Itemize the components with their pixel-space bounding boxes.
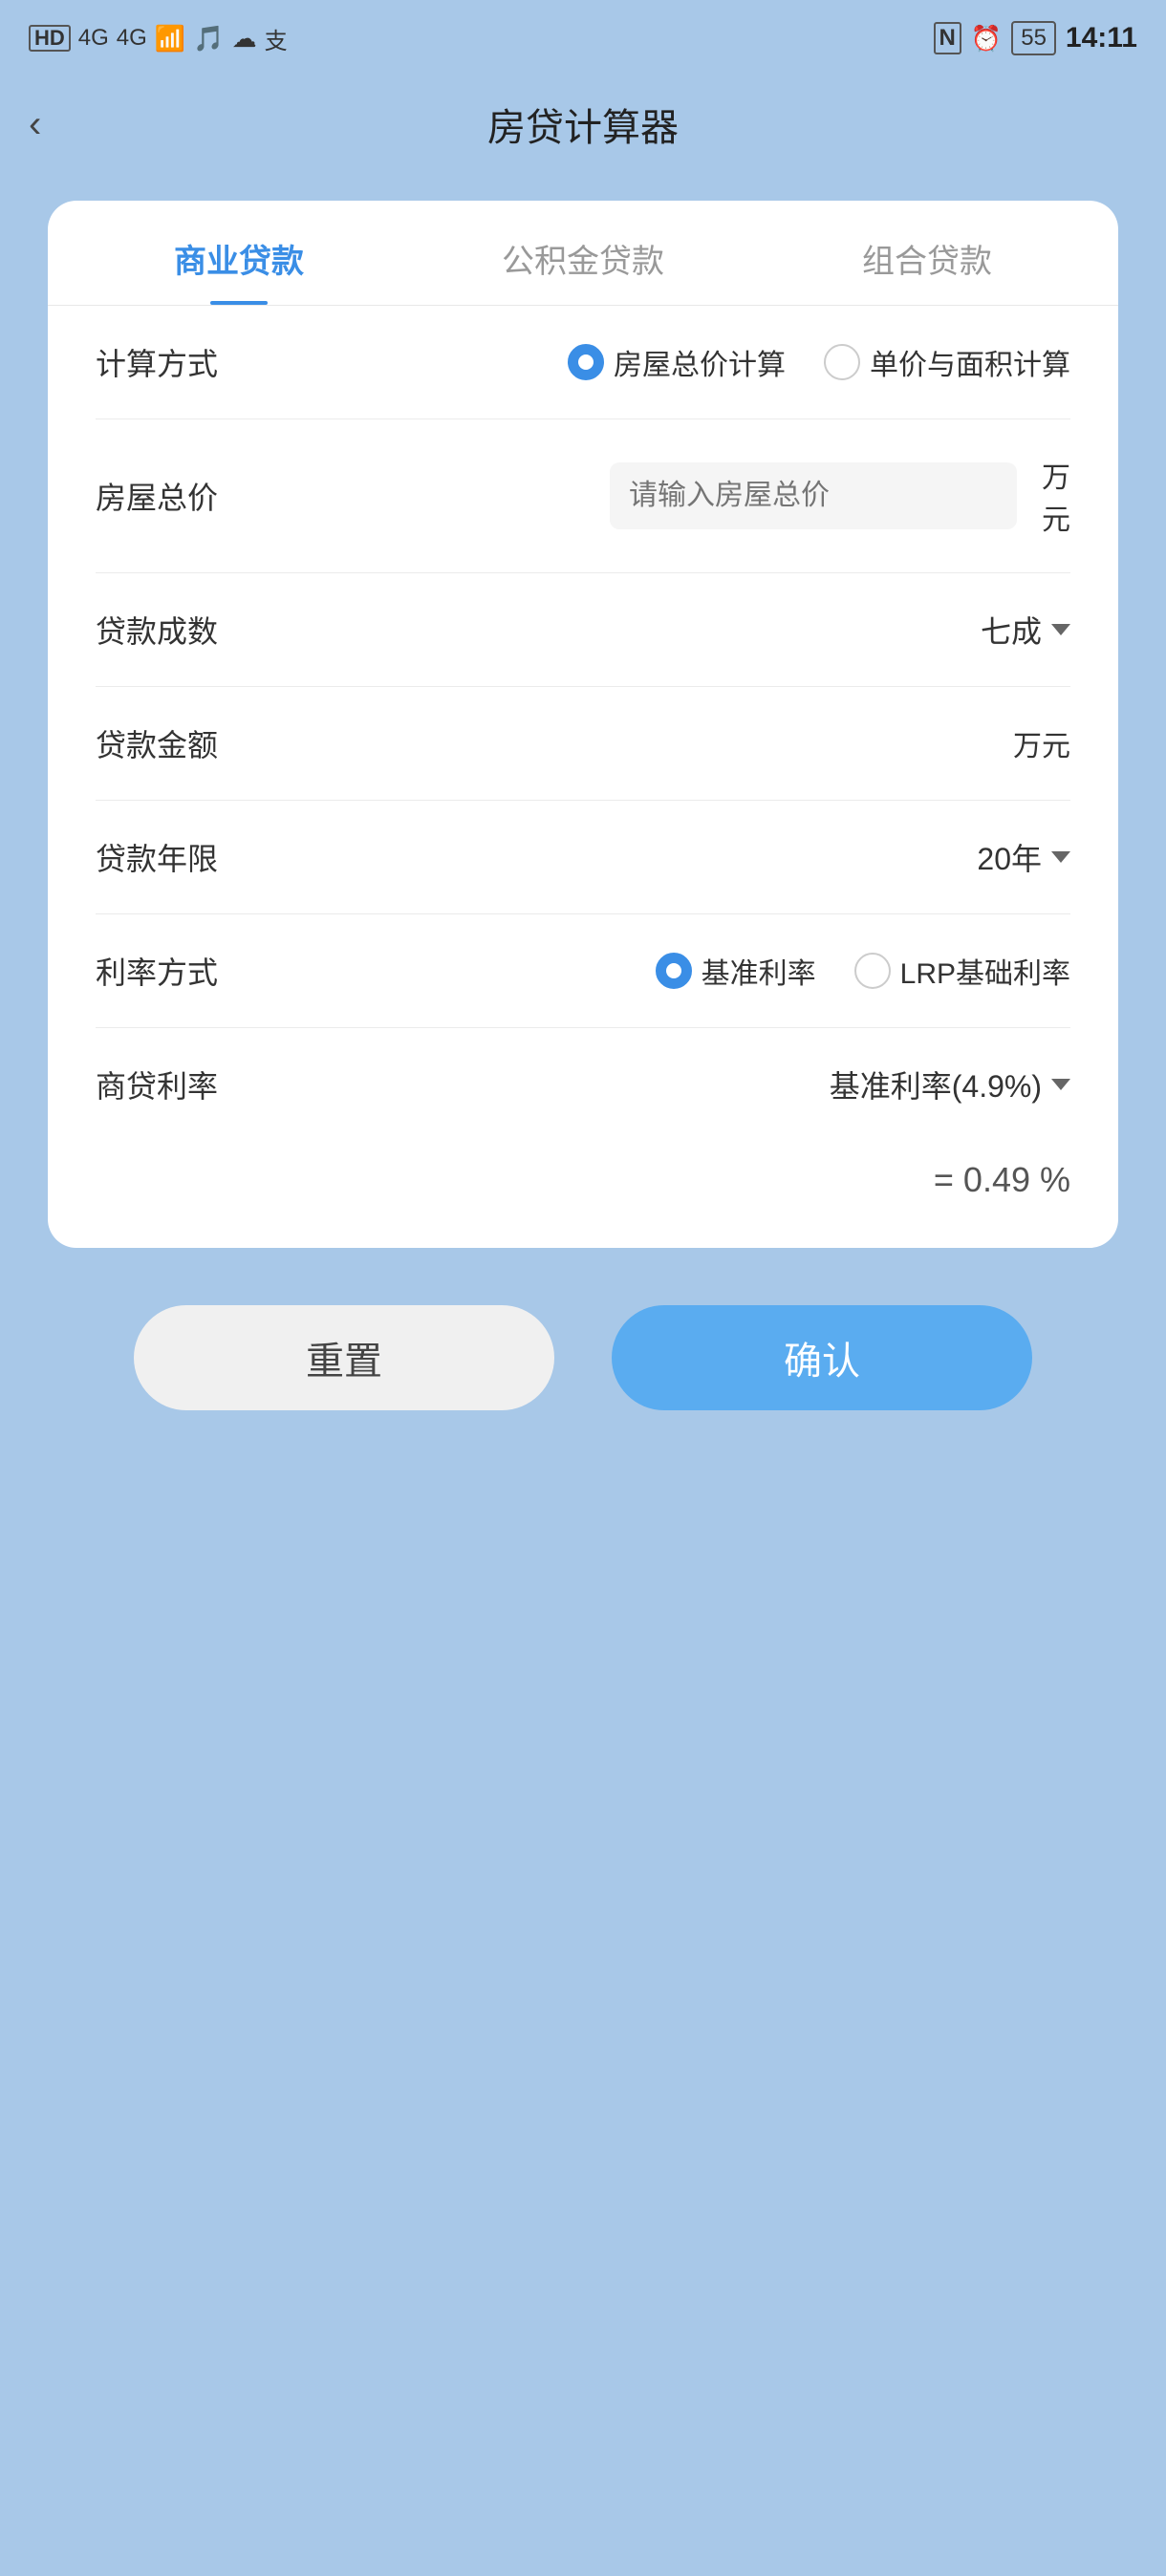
calc-method-options: 房屋总价计算 单价与面积计算 <box>568 341 1070 383</box>
rate-method-lrp[interactable]: LRP基础利率 <box>854 950 1070 992</box>
radio-lrp-circle <box>854 953 891 989</box>
music-icon: 🎵 <box>193 24 224 54</box>
signal-4g2-icon: 4G <box>117 25 147 52</box>
calc-method-total[interactable]: 房屋总价计算 <box>568 341 786 383</box>
tab-fund[interactable]: 公积金贷款 <box>411 201 755 305</box>
rate-result-row: = 0.49 % <box>48 1141 1118 1210</box>
hd-icon: HD <box>29 25 71 52</box>
battery-icon: 55 <box>1011 21 1056 55</box>
tab-commercial[interactable]: 商业贷款 <box>67 201 411 305</box>
radio-base-circle <box>656 953 692 989</box>
commercial-rate-row: 商贷利率 基准利率(4.9%) <box>96 1028 1070 1141</box>
house-price-unit: 万元 <box>1042 454 1070 538</box>
loan-years-label: 贷款年限 <box>96 835 218 879</box>
reset-button[interactable]: 重置 <box>134 1305 554 1410</box>
rate-method-row: 利率方式 基准利率 LRP基础利率 <box>96 914 1070 1028</box>
rate-method-base[interactable]: 基准利率 <box>656 950 816 992</box>
calc-method-unit-area[interactable]: 单价与面积计算 <box>824 341 1070 383</box>
nfc-icon: N <box>934 22 961 54</box>
loan-ratio-dropdown[interactable]: 七成 <box>981 608 1070 652</box>
back-button[interactable]: ‹ <box>29 103 41 146</box>
main-card: 商业贷款 公积金贷款 组合贷款 计算方式 房屋总价计算 单价与面积计算 <box>48 201 1118 1248</box>
loan-years-row: 贷款年限 20年 <box>96 801 1070 914</box>
status-left-icons: HD 4G 4G 📶 🎵 ☁ 支 <box>29 22 288 55</box>
chevron-down-rate-icon <box>1051 1079 1070 1090</box>
wifi-icon: 📶 <box>155 24 185 54</box>
loan-years-dropdown[interactable]: 20年 <box>977 835 1070 879</box>
form-section: 计算方式 房屋总价计算 单价与面积计算 房屋总价 万元 <box>48 306 1118 1141</box>
house-price-value: 万元 <box>610 454 1070 538</box>
chevron-down-years-icon <box>1051 851 1070 863</box>
house-price-row: 房屋总价 万元 <box>96 419 1070 573</box>
time-display: 14:11 <box>1066 22 1137 54</box>
alarm-icon: ⏰ <box>971 24 1002 54</box>
loan-ratio-label: 贷款成数 <box>96 608 218 652</box>
loan-ratio-row: 贷款成数 七成 <box>96 573 1070 687</box>
tab-combined[interactable]: 组合贷款 <box>755 201 1099 305</box>
calc-method-label: 计算方式 <box>96 340 218 384</box>
title-bar: ‹ 房贷计算器 <box>0 76 1166 172</box>
loan-amount-value: 万元 <box>998 722 1070 764</box>
rate-method-options: 基准利率 LRP基础利率 <box>656 950 1070 992</box>
commercial-rate-dropdown[interactable]: 基准利率(4.9%) <box>830 1063 1070 1106</box>
commercial-rate-label: 商贷利率 <box>96 1063 218 1106</box>
rate-result-text: = 0.49 % <box>934 1160 1070 1200</box>
confirm-button[interactable]: 确认 <box>612 1305 1032 1410</box>
pay-icon: 支 <box>265 22 288 55</box>
calc-method-row: 计算方式 房屋总价计算 单价与面积计算 <box>96 306 1070 419</box>
radio-unit-area-circle <box>824 344 860 380</box>
radio-total-circle <box>568 344 604 380</box>
rate-method-label: 利率方式 <box>96 949 218 993</box>
status-bar: HD 4G 4G 📶 🎵 ☁ 支 N ⏰ 55 14:11 <box>0 0 1166 76</box>
bottom-button-area: 重置 确认 <box>0 1248 1166 1449</box>
status-right-icons: N ⏰ 55 14:11 <box>934 21 1138 55</box>
chevron-down-icon <box>1051 624 1070 635</box>
page-title: 房贷计算器 <box>487 97 679 152</box>
loan-amount-label: 贷款金额 <box>96 721 218 765</box>
cloud-icon: ☁ <box>232 24 257 54</box>
house-price-label: 房屋总价 <box>96 474 218 518</box>
loan-amount-unit: 万元 <box>1013 722 1070 764</box>
tab-bar: 商业贷款 公积金贷款 组合贷款 <box>48 201 1118 306</box>
loan-amount-row: 贷款金额 万元 <box>96 687 1070 801</box>
house-price-input[interactable] <box>610 462 1017 529</box>
signal-4g-icon: 4G <box>78 25 109 52</box>
